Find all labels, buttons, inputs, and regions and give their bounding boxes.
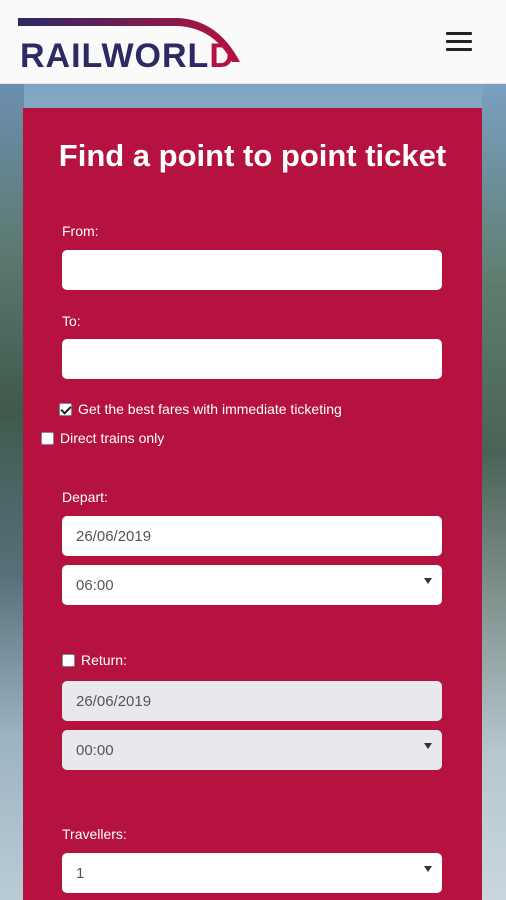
return-label: Return: [81,652,127,668]
best-fares-option[interactable]: Get the best fares with immediate ticket… [59,400,342,418]
best-fares-checkbox[interactable] [59,402,72,416]
direct-trains-label: Direct trains only [60,430,165,446]
background-right-edge [482,84,506,900]
travellers-label: Travellers: [62,826,127,842]
menu-bar [446,40,472,43]
return-checkbox[interactable] [62,653,75,667]
direct-trains-checkbox[interactable] [41,431,54,445]
return-time-select[interactable]: 00:00 [62,730,442,770]
direct-trains-option[interactable]: Direct trains only [41,429,164,447]
logo-text-main: RAILWORL [20,37,210,75]
depart-label: Depart: [62,489,108,505]
ticket-search-form: Find a point to point ticket From: To: G… [23,108,482,900]
depart-time-value: 06:00 [76,576,114,594]
hamburger-menu-icon[interactable] [446,30,472,52]
from-label: From: [62,223,99,239]
form-title: Find a point to point ticket [58,138,447,173]
return-date-input[interactable]: 26/06/2019 [62,681,442,721]
return-option[interactable]: Return: [62,651,127,669]
dropdown-arrow-icon [424,866,432,872]
from-input[interactable] [62,250,442,290]
page: RAILWORLD Find a point to point ticket F… [0,0,506,900]
return-time-value: 00:00 [76,741,114,759]
best-fares-label: Get the best fares with immediate ticket… [78,401,342,417]
background-left-edge [0,84,24,900]
travellers-select[interactable]: 1 [62,853,442,893]
menu-bar [446,32,472,35]
dropdown-arrow-icon [424,578,432,584]
logo-text-accent: D [209,37,235,75]
railworld-logo[interactable]: RAILWORLD [18,14,248,75]
logo-wordmark: RAILWORLD [20,36,235,76]
depart-date-input[interactable]: 26/06/2019 [62,516,442,556]
to-label: To: [62,313,81,329]
depart-time-select[interactable]: 06:00 [62,565,442,605]
dropdown-arrow-icon [424,743,432,749]
menu-bar [446,48,472,51]
site-header: RAILWORLD [0,0,506,84]
travellers-value: 1 [76,864,85,882]
to-input[interactable] [62,339,442,379]
